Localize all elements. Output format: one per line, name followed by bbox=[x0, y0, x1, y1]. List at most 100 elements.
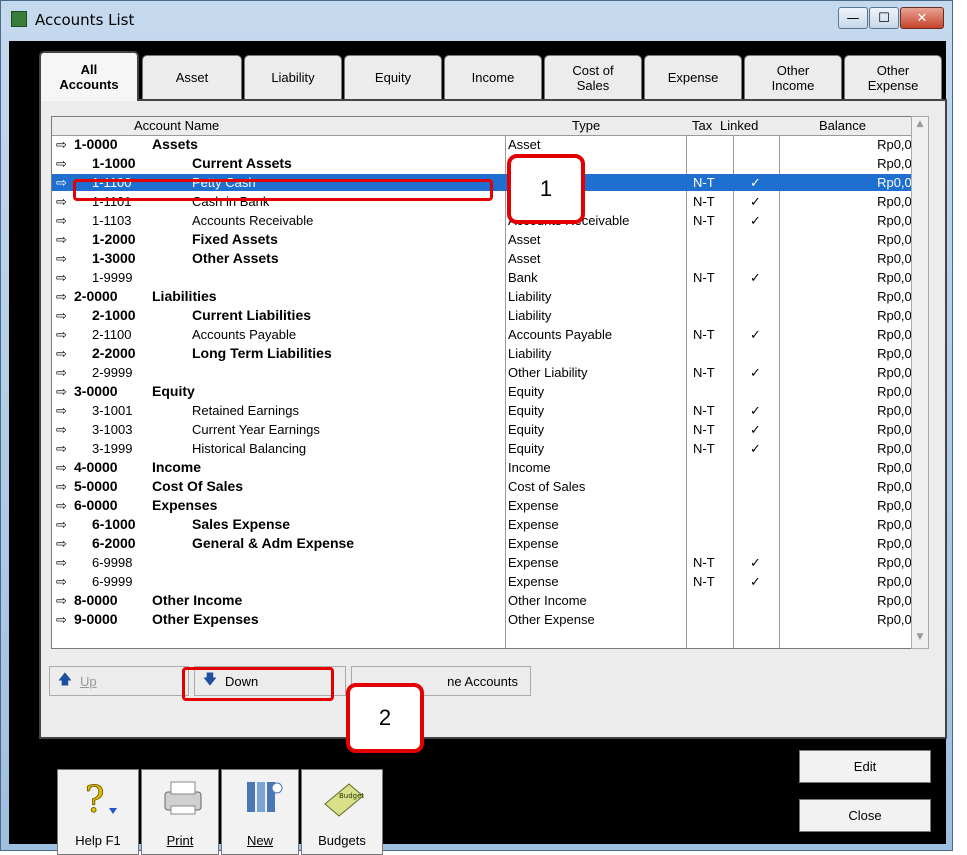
column-header-tax[interactable]: Tax bbox=[692, 118, 712, 133]
scroll-down-icon[interactable]: ▼ bbox=[914, 632, 926, 646]
account-row[interactable]: ⇨ 2-1100 Accounts Payable Accounts Payable N… bbox=[52, 326, 920, 343]
tab-other-income[interactable]: Other Income bbox=[744, 55, 842, 99]
row-arrow-icon: ⇨ bbox=[56, 251, 67, 266]
account-row[interactable]: ⇨ 6-9998 Expense N-T ✓ Rp0,00 bbox=[52, 554, 920, 571]
tab-other-expense[interactable]: Other Expense bbox=[844, 55, 942, 99]
vertical-scrollbar[interactable]: ▲ ▼ bbox=[911, 116, 929, 649]
tab-label: Expense bbox=[667, 70, 719, 85]
row-arrow-icon: ⇨ bbox=[56, 327, 67, 342]
account-row[interactable]: ⇨ 1-9999 Bank N-T ✓ Rp0,00 bbox=[52, 269, 920, 286]
account-type: Equity bbox=[508, 403, 545, 418]
tab-all-accounts[interactable]: All Accounts bbox=[39, 51, 139, 101]
account-row[interactable]: ⇨ 3-1999 Historical Balancing Equity N-T ✓ Rp0… bbox=[52, 440, 920, 457]
account-row[interactable]: ⇨ 8-0000 Other Income Other Income Rp0,00 bbox=[52, 592, 920, 609]
account-type: Bank bbox=[508, 270, 538, 285]
account-row[interactable]: ⇨ 6-9999 Expense N-T ✓ Rp0,00 bbox=[52, 573, 920, 590]
tab-liability[interactable]: Liability bbox=[244, 55, 342, 99]
account-row[interactable]: ⇨ 1-0000 Assets Asset Rp0,00 bbox=[52, 136, 920, 153]
account-number: 6-0000 bbox=[74, 497, 118, 513]
account-type: Accounts Payable bbox=[508, 327, 613, 342]
row-arrow-icon: ⇨ bbox=[56, 270, 67, 285]
account-row[interactable]: ⇨ 3-1003 Current Year Earnings Equity N-T ✓ Rp… bbox=[52, 421, 920, 438]
account-row[interactable]: ⇨ 3-1001 Retained Earnings Equity N-T ✓ Rp0,00 bbox=[52, 402, 920, 419]
account-number: 6-2000 bbox=[92, 535, 136, 551]
account-row[interactable]: ⇨ 9-0000 Other Expenses Other Expense Rp0,00 bbox=[52, 611, 920, 628]
account-balance: Rp0,00 bbox=[877, 422, 919, 437]
account-number: 1-9999 bbox=[92, 270, 133, 285]
account-name: Current Assets bbox=[192, 155, 292, 171]
account-balance: Rp0,00 bbox=[877, 460, 919, 475]
account-balance: Rp0,00 bbox=[877, 156, 919, 171]
printer-icon bbox=[164, 781, 202, 815]
account-balance: Rp0,00 bbox=[877, 308, 919, 323]
account-type-tabs: All Accounts Asset Liability Equity Income Co… bbox=[39, 51, 947, 101]
tab-label: Cost of Sales bbox=[572, 62, 614, 93]
tab-expense[interactable]: Expense bbox=[644, 55, 742, 99]
new-button[interactable]: New bbox=[221, 769, 299, 855]
account-row[interactable]: ⇨ 2-1000 Current Liabilities Liability Rp0,0… bbox=[52, 307, 920, 324]
up-button-label: Up bbox=[80, 673, 97, 689]
maximize-button[interactable]: ☐ bbox=[869, 7, 899, 29]
account-number: 9-0000 bbox=[74, 611, 118, 627]
accounts-list-window: Accounts List — ☐ ✕ All Accounts Asset Lia… bbox=[0, 0, 953, 855]
tab-cost-of-sales[interactable]: Cost of Sales bbox=[544, 55, 642, 99]
close-window-button[interactable]: ✕ bbox=[900, 7, 944, 29]
tab-label: Asset bbox=[175, 70, 209, 85]
row-arrow-icon: ⇨ bbox=[56, 612, 67, 627]
account-tax: N-T bbox=[693, 422, 715, 437]
account-type: Expense bbox=[508, 498, 559, 513]
account-linked: ✓ bbox=[750, 175, 761, 190]
account-linked: ✓ bbox=[750, 213, 761, 228]
account-row[interactable]: ⇨ 1-3000 Other Assets Asset Rp0,00 bbox=[52, 250, 920, 267]
budgets-label: Budgets bbox=[318, 833, 366, 848]
account-tax: N-T bbox=[693, 403, 715, 418]
column-header-balance[interactable]: Balance bbox=[819, 118, 866, 133]
account-linked: ✓ bbox=[750, 403, 761, 418]
column-header-type[interactable]: Type bbox=[572, 118, 600, 133]
account-row[interactable]: ⇨ 6-1000 Sales Expense Expense Rp0,00 bbox=[52, 516, 920, 533]
row-arrow-icon: ⇨ bbox=[56, 403, 67, 418]
close-icon: ✕ bbox=[916, 10, 928, 26]
column-header-account-name[interactable]: Account Name bbox=[134, 118, 219, 133]
tab-equity[interactable]: Equity bbox=[344, 55, 442, 99]
account-tax: N-T bbox=[693, 327, 715, 342]
tab-asset[interactable]: Asset bbox=[142, 55, 242, 99]
account-row[interactable]: ⇨ 3-0000 Equity Equity Rp0,00 bbox=[52, 383, 920, 400]
account-row[interactable]: ⇨ 1-2000 Fixed Assets Asset Rp0,00 bbox=[52, 231, 920, 248]
title-bar: Accounts List — ☐ ✕ bbox=[1, 1, 952, 41]
account-row[interactable]: ⇨ 6-2000 General & Adm Expense Expense Rp0,0… bbox=[52, 535, 920, 552]
up-button[interactable]: 🡅 Up bbox=[49, 666, 189, 696]
account-row[interactable]: ⇨ 2-9999 Other Liability N-T ✓ Rp0,00 bbox=[52, 364, 920, 381]
account-number: 1-1000 bbox=[92, 155, 136, 171]
close-button[interactable]: Close bbox=[799, 799, 931, 832]
account-number: 6-1000 bbox=[92, 516, 136, 532]
account-type: Liability bbox=[508, 289, 552, 304]
account-row[interactable]: ⇨ 6-0000 Expenses Expense Rp0,00 bbox=[52, 497, 920, 514]
account-balance: Rp0,00 bbox=[877, 536, 919, 551]
minimize-button[interactable]: — bbox=[838, 7, 868, 29]
account-balance: Rp0,00 bbox=[877, 612, 919, 627]
scroll-up-icon[interactable]: ▲ bbox=[914, 119, 926, 133]
account-name: Historical Balancing bbox=[192, 441, 307, 456]
print-button[interactable]: Print bbox=[141, 769, 219, 855]
account-row[interactable]: ⇨ 4-0000 Income Income Rp0,00 bbox=[52, 459, 920, 476]
account-row[interactable]: ⇨ 5-0000 Cost Of Sales Cost of Sales Rp0,00 bbox=[52, 478, 920, 495]
tab-label: All Accounts bbox=[59, 62, 119, 92]
account-row[interactable]: ⇨ 2-2000 Long Term Liabilities Liability Rp0… bbox=[52, 345, 920, 362]
tab-income[interactable]: Income bbox=[444, 55, 542, 99]
account-linked: ✓ bbox=[750, 327, 761, 342]
account-name: Other Expenses bbox=[152, 611, 259, 627]
budgets-button[interactable]: Budget Budgets bbox=[301, 769, 383, 855]
account-balance: Rp0,00 bbox=[877, 251, 919, 266]
row-arrow-icon: ⇨ bbox=[56, 384, 67, 399]
row-arrow-icon: ⇨ bbox=[56, 422, 67, 437]
account-row[interactable]: ⇨ 2-0000 Liabilities Liability Rp0,00 bbox=[52, 288, 920, 305]
account-row[interactable]: ⇨1-1000Current AssetsARp0,00 bbox=[52, 155, 920, 172]
help-button[interactable]: ? Help F1 bbox=[57, 769, 139, 855]
account-balance: Rp0,00 bbox=[877, 175, 919, 190]
account-row[interactable]: ⇨1-1103Accounts ReceivableAccounts Recei… bbox=[52, 212, 920, 229]
close-label: Close bbox=[848, 808, 882, 823]
edit-button[interactable]: Edit bbox=[799, 750, 931, 783]
account-tax: N-T bbox=[693, 213, 715, 228]
column-header-linked[interactable]: Linked bbox=[720, 118, 758, 133]
